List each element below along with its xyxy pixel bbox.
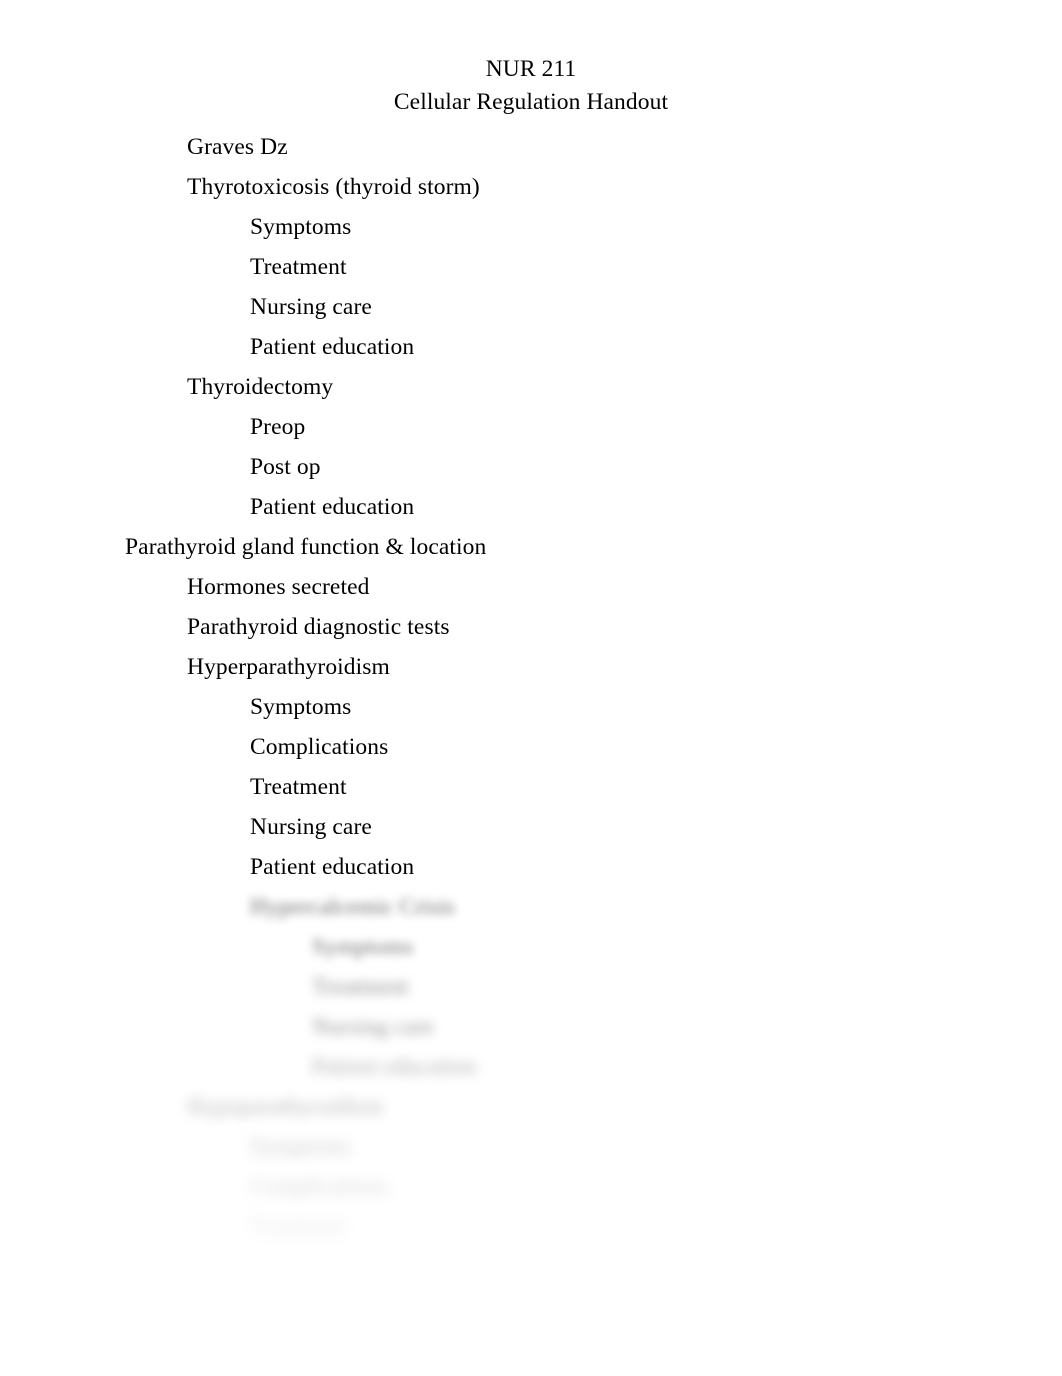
outline-item: Symptoms: [312, 934, 414, 960]
outline-item: Patient education: [250, 334, 415, 360]
outline-item: Hyperparathyroidism: [187, 654, 390, 680]
outline-item: Symptoms: [250, 214, 352, 240]
document-page: NUR 211 Cellular Regulation Handout Grav…: [0, 0, 1062, 1376]
document-title-course: NUR 211: [485, 56, 577, 82]
outline-item: Preop: [250, 414, 306, 440]
outline-item: Complications: [250, 734, 389, 760]
outline-item: Complications: [250, 1174, 389, 1200]
outline-list: Graves Dz Thyrotoxicosis (thyroid storm) S…: [0, 133, 1062, 1253]
outline-item: Treatment: [312, 974, 409, 1000]
outline-item: Treatment: [250, 774, 347, 800]
outline-item: Post op: [250, 454, 321, 480]
outline-item: Graves Dz: [187, 134, 288, 160]
outline-item: Thyrotoxicosis (thyroid storm): [187, 174, 480, 200]
outline-item: Patient education: [250, 854, 415, 880]
outline-item: Hypercalcemic Crisis: [250, 894, 455, 920]
outline-item: Parathyroid diagnostic tests: [187, 614, 450, 640]
outline-item: Nursing care: [250, 294, 372, 320]
outline-item: Parathyroid gland function & location: [125, 534, 487, 560]
outline-item: Thyroidectomy: [187, 374, 334, 400]
outline-item: Treatment: [250, 254, 347, 280]
document-title-subject: Cellular Regulation Handout: [393, 88, 669, 115]
outline-item: Symptoms: [250, 694, 352, 720]
outline-item: Nursing care: [312, 1014, 434, 1040]
outline-item: Symptoms: [250, 1134, 352, 1160]
outline-item: Patient education: [250, 494, 415, 520]
outline-item: Hormones secreted: [187, 574, 370, 600]
document-header: NUR 211 Cellular Regulation Handout: [0, 56, 1062, 115]
outline-item: Treatment: [250, 1214, 347, 1240]
outline-item: Nursing care: [250, 814, 372, 840]
outline-item: Patient education: [312, 1054, 477, 1080]
outline-item: Hypoparathyroidism: [187, 1094, 384, 1120]
